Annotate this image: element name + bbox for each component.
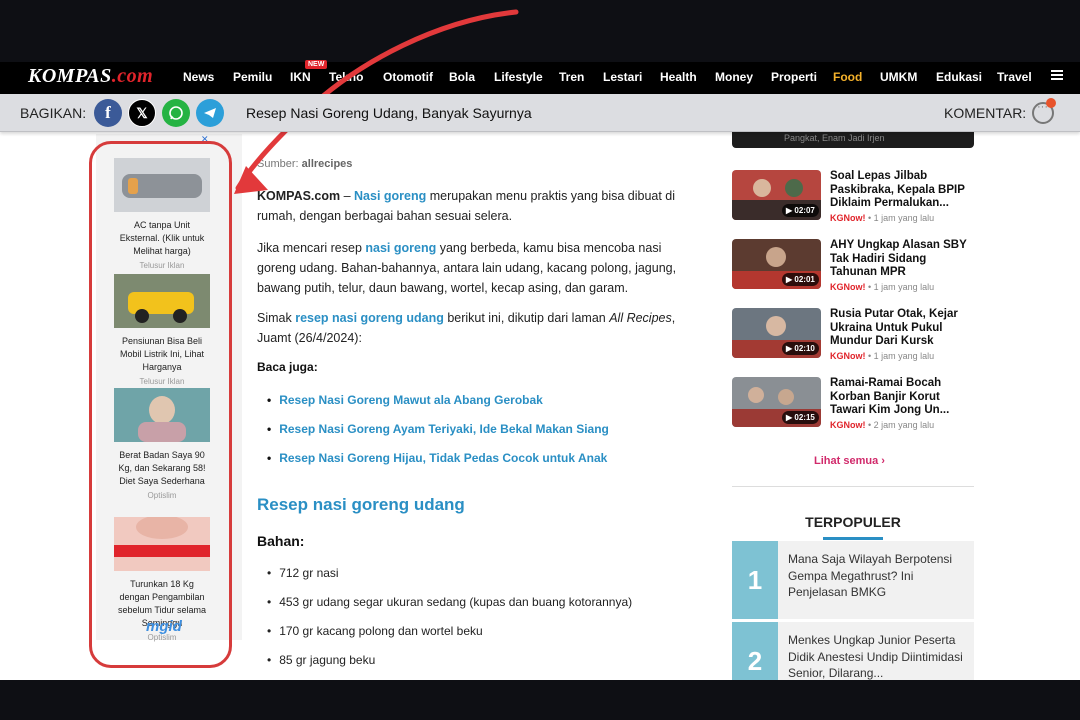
video-duration: ▶ 02:10	[782, 342, 819, 355]
popular-title[interactable]: Menkes Ungkap Junior Peserta Didik Anest…	[788, 632, 968, 680]
video-item[interactable]: ▶ 02:01 AHY Ungkap Alasan SBY Tak Hadiri…	[732, 239, 974, 295]
ingredients-heading: Bahan:	[257, 533, 305, 549]
popular-item[interactable]: 2 Menkes Ungkap Junior Peserta Didik Ane…	[732, 622, 974, 680]
paragraph-2: Jika mencari resep nasi goreng yang berb…	[257, 241, 677, 295]
baca-juga-label: Baca juga:	[257, 360, 318, 374]
ingredient-item: 453 gr udang segar ukuran sedang (kupas …	[267, 595, 632, 609]
main-navbar: KOMPAS.com News Pemilu IKN NEW Tekno Oto…	[0, 60, 1080, 94]
nav-pemilu[interactable]: Pemilu	[233, 70, 272, 84]
share-label: BAGIKAN:	[20, 105, 87, 121]
nasi-goreng-link[interactable]: Nasi goreng	[354, 189, 426, 203]
video-title[interactable]: AHY Ungkap Alasan SBY Tak Hadiri Sidang …	[830, 239, 974, 280]
nav-bola[interactable]: Bola	[449, 70, 475, 84]
ingredient-item: 85 gr jagung beku	[267, 653, 375, 667]
video-item[interactable]: ▶ 02:10 Rusia Putar Otak, Kejar Ukraina …	[732, 308, 974, 364]
nav-health[interactable]: Health	[660, 70, 697, 84]
sidebar-divider	[732, 486, 974, 487]
featured-video-caption[interactable]: Pangkat, Enam Jadi Irjen	[732, 130, 974, 148]
video-title[interactable]: Soal Lepas Jilbab Paskibraka, Kepala BPI…	[830, 170, 974, 211]
top-dark-band	[0, 0, 1080, 62]
popular-rank: 2	[732, 622, 778, 680]
nav-edukasi[interactable]: Edukasi	[936, 70, 982, 84]
recipe-heading: Resep nasi goreng udang	[257, 495, 465, 514]
share-bar: BAGIKAN: f 𝕏 Resep Nasi Goreng Udang, Ba…	[0, 94, 1080, 132]
telegram-share-icon[interactable]	[196, 99, 224, 127]
related-link[interactable]: Resep Nasi Goreng Hijau, Tidak Pedas Coc…	[267, 451, 607, 465]
video-item[interactable]: ▶ 02:15 Ramai-Ramai Bocah Korban Banjir …	[732, 377, 974, 433]
hamburger-menu-icon[interactable]	[1051, 70, 1063, 80]
nav-properti[interactable]: Properti	[771, 70, 817, 84]
see-all-link[interactable]: Lihat semua ›	[814, 455, 885, 467]
nav-ikn[interactable]: IKN	[290, 70, 311, 84]
video-title[interactable]: Rusia Putar Otak, Kejar Ukraina Untuk Pu…	[830, 308, 974, 349]
facebook-share-icon[interactable]: f	[94, 99, 122, 127]
video-duration: ▶ 02:07	[782, 204, 819, 217]
nav-food[interactable]: Food	[833, 70, 862, 84]
video-meta: KGNow! • 1 jam yang lalu	[830, 351, 935, 361]
related-link[interactable]: Resep Nasi Goreng Ayam Teriyaki, Ide Bek…	[267, 422, 609, 436]
nav-lestari[interactable]: Lestari	[603, 70, 642, 84]
popular-title[interactable]: Mana Saja Wilayah Berpotensi Gempa Megat…	[788, 551, 968, 601]
nav-news[interactable]: News	[183, 70, 214, 84]
comment-notification-dot	[1046, 98, 1056, 108]
video-meta: KGNow! • 1 jam yang lalu	[830, 213, 935, 223]
highlight-ring	[89, 141, 232, 668]
site-logo[interactable]: KOMPAS.com	[28, 65, 153, 88]
whatsapp-share-icon[interactable]	[162, 99, 190, 127]
video-item[interactable]: ▶ 02:07 Soal Lepas Jilbab Paskibraka, Ke…	[732, 170, 974, 226]
video-title[interactable]: Ramai-Ramai Bocah Korban Banjir Korut Ta…	[830, 377, 974, 418]
nav-travel[interactable]: Travel	[997, 70, 1032, 84]
resep-link[interactable]: resep nasi goreng udang	[295, 311, 444, 325]
paragraph-3: Simak resep nasi goreng udang berikut in…	[257, 311, 676, 345]
article-source: Sumber: allrecipes	[257, 158, 353, 170]
video-meta: KGNow! • 2 jam yang lalu	[830, 420, 935, 430]
comment-label: KOMENTAR:	[944, 105, 1027, 121]
video-duration: ▶ 02:01	[782, 273, 819, 286]
bottom-dark-band	[0, 680, 1080, 720]
page-content: BAGIKAN: f 𝕏 Resep Nasi Goreng Udang, Ba…	[0, 94, 1080, 680]
video-meta: KGNow! • 1 jam yang lalu	[830, 282, 935, 292]
ingredient-item: 712 gr nasi	[267, 566, 338, 580]
popular-rank: 1	[732, 541, 778, 619]
nasi-goreng-link-2[interactable]: nasi goreng	[365, 241, 436, 255]
nav-money[interactable]: Money	[715, 70, 753, 84]
nav-umkm[interactable]: UMKM	[880, 70, 917, 84]
x-share-icon[interactable]: 𝕏	[128, 99, 156, 127]
related-link[interactable]: Resep Nasi Goreng Mawut ala Abang Geroba…	[267, 393, 543, 407]
nav-lifestyle[interactable]: Lifestyle	[494, 70, 543, 84]
popular-item[interactable]: 1 Mana Saja Wilayah Berpotensi Gempa Meg…	[732, 541, 974, 619]
terpopuler-underline	[823, 537, 883, 540]
nav-otomotif[interactable]: Otomotif	[383, 70, 433, 84]
terpopuler-heading: TERPOPULER	[805, 514, 901, 530]
ingredient-item: 170 gr kacang polong dan wortel beku	[267, 624, 482, 638]
nav-tren[interactable]: Tren	[559, 70, 584, 84]
article-title-bar: Resep Nasi Goreng Udang, Banyak Sayurnya	[246, 105, 532, 121]
new-badge: NEW	[305, 60, 328, 69]
paragraph-1: KOMPAS.com – Nasi goreng merupakan menu …	[257, 189, 676, 223]
nav-tekno[interactable]: Tekno	[329, 70, 363, 84]
video-duration: ▶ 02:15	[782, 411, 819, 424]
